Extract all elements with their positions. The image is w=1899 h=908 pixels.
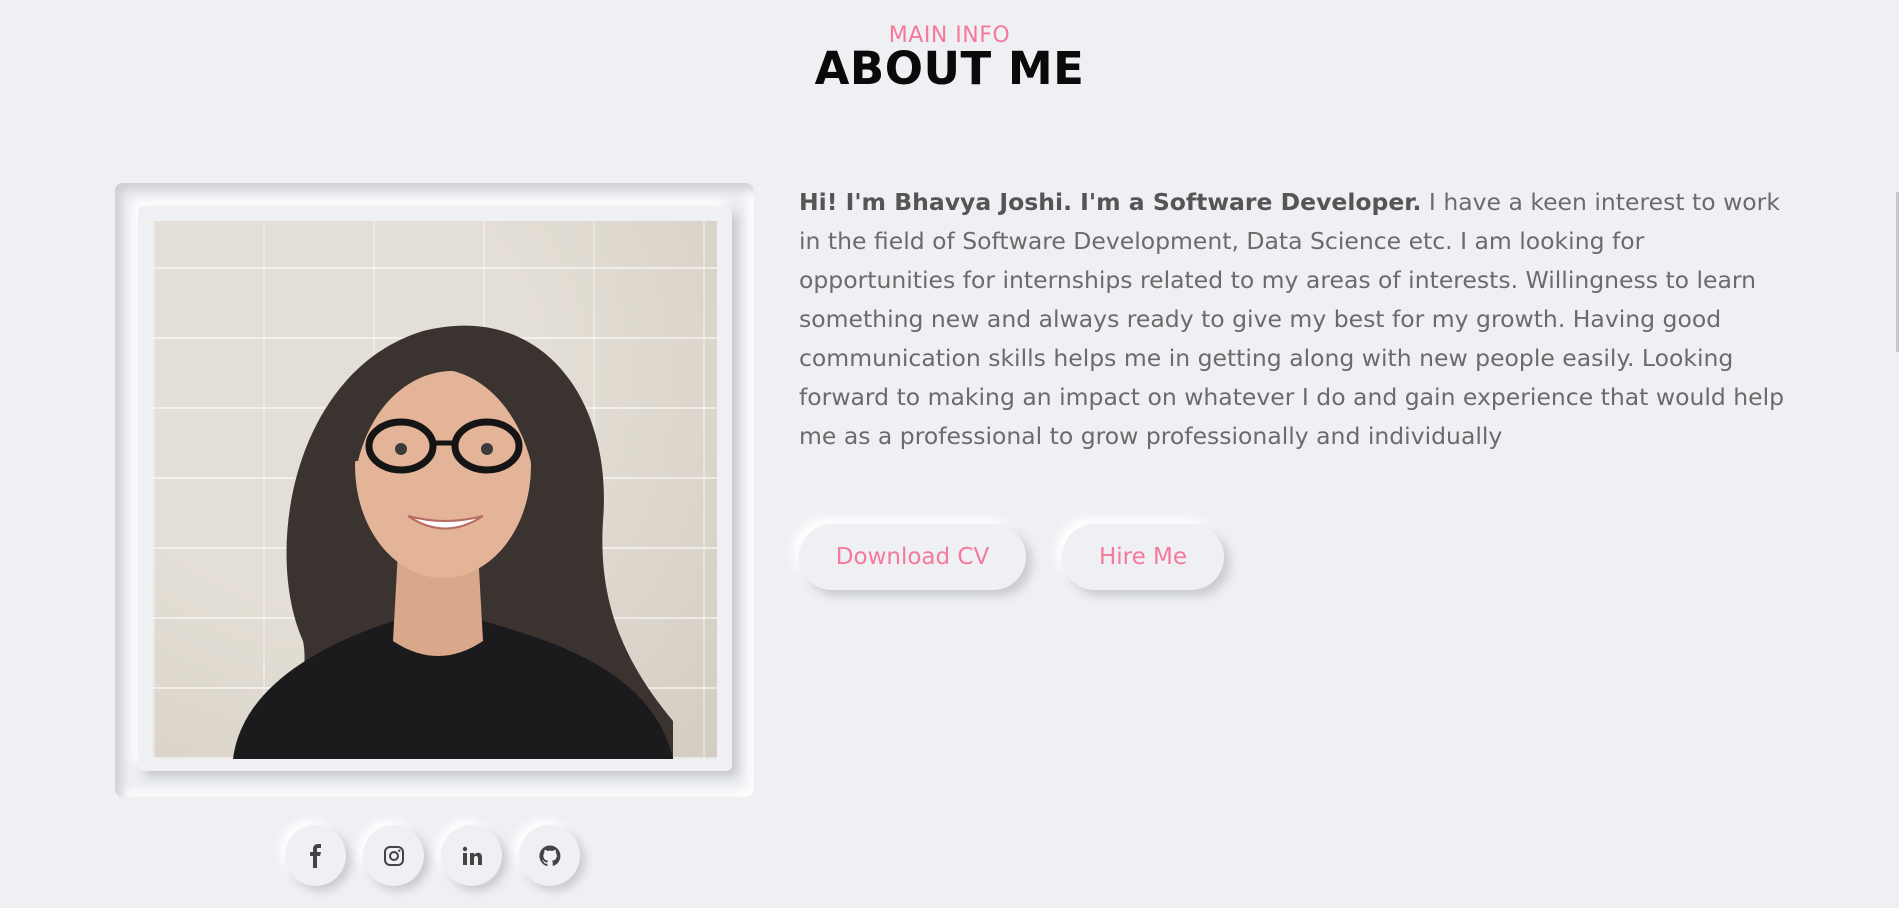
github-icon[interactable] [519, 825, 580, 886]
photo-frame [115, 183, 754, 797]
hire-me-button[interactable]: Hire Me [1062, 524, 1224, 590]
portrait-illustration [233, 325, 673, 759]
download-cv-button[interactable]: Download CV [799, 524, 1026, 590]
bio-intro: Hi! I'm Bhavya Joshi. I'm a Software Dev… [799, 188, 1422, 216]
bio-paragraph: Hi! I'm Bhavya Joshi. I'm a Software Dev… [799, 183, 1789, 456]
social-links [285, 825, 580, 887]
linkedin-icon[interactable] [441, 825, 502, 886]
photo-card [138, 206, 732, 771]
profile-photo [153, 221, 717, 759]
section-title: ABOUT ME [814, 42, 1085, 95]
bio-text: I have a keen interest to work in the fi… [799, 188, 1785, 450]
facebook-icon[interactable] [285, 825, 346, 886]
instagram-icon[interactable] [363, 825, 424, 886]
